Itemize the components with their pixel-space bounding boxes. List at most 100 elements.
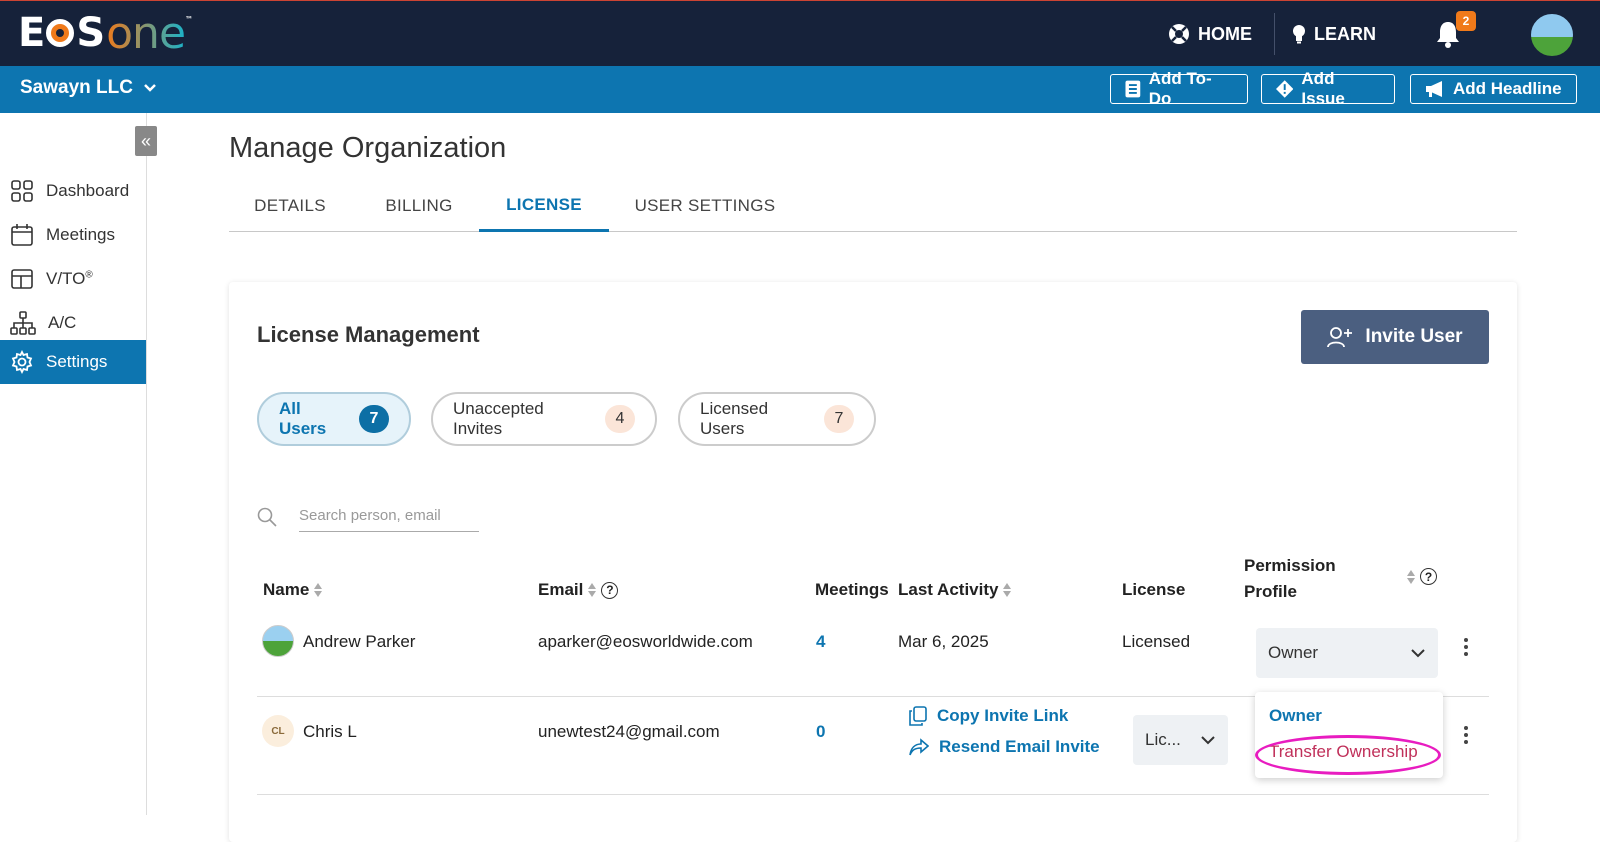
calendar-icon xyxy=(11,224,33,246)
filter-licensed-users[interactable]: Licensed Users 7 xyxy=(678,392,876,446)
eosone-logo[interactable]: E Sone ™ xyxy=(18,8,193,59)
learn-label: LEARN xyxy=(1314,23,1376,44)
sort-icon xyxy=(313,583,323,597)
grid-icon xyxy=(11,180,33,202)
sidebar-item-vto[interactable]: V/TO® xyxy=(0,257,146,301)
resend-invite-label: Resend Email Invite xyxy=(939,737,1100,756)
lightbulb-icon xyxy=(1293,25,1305,44)
notification-count-badge: 2 xyxy=(1456,11,1476,31)
column-email-label: Email xyxy=(538,580,584,599)
page-title: Manage Organization xyxy=(229,132,507,164)
gear-icon xyxy=(11,350,33,374)
copy-icon xyxy=(909,706,927,726)
column-license-label: License xyxy=(1122,580,1186,599)
sidebar-item-meetings[interactable]: Meetings xyxy=(0,213,146,257)
dropdown-option-owner[interactable]: Owner xyxy=(1269,706,1322,726)
row1-meetings-count[interactable]: 4 xyxy=(816,632,825,652)
chevron-down-icon xyxy=(144,84,156,92)
column-last-activity-label: Last Activity xyxy=(898,580,999,599)
org-switcher[interactable]: Sawayn LLC xyxy=(20,77,157,99)
layout-icon xyxy=(11,269,33,289)
column-header-license: License xyxy=(1122,580,1185,600)
column-permission-line2: Profile xyxy=(1244,582,1297,601)
search-input[interactable] xyxy=(299,500,479,532)
filter-all-users-label: All Users xyxy=(279,399,327,438)
filter-unaccepted-label: Unaccepted Invites xyxy=(453,399,544,438)
filter-all-users[interactable]: All Users 7 xyxy=(257,392,411,446)
org-name: Sawayn LLC xyxy=(20,77,133,98)
tab-license[interactable]: LICENSE xyxy=(479,180,609,232)
invite-user-label: Invite User xyxy=(1365,326,1463,347)
invite-user-button[interactable]: Invite User xyxy=(1301,310,1489,364)
filter-unaccepted-invites[interactable]: Unaccepted Invites 4 xyxy=(431,392,657,446)
share-arrow-icon xyxy=(909,738,929,756)
row1-name: Andrew Parker xyxy=(303,632,416,651)
column-header-email[interactable]: Email? xyxy=(538,580,619,600)
column-header-permission-profile: Permission Profile xyxy=(1244,556,1336,602)
org-chart-icon xyxy=(10,311,36,335)
sidebar-item-settings[interactable]: Settings xyxy=(0,340,146,384)
copy-invite-link[interactable]: Copy Invite Link xyxy=(909,706,1068,726)
row1-more-menu-icon[interactable] xyxy=(1458,636,1474,658)
help-icon[interactable]: ? xyxy=(601,581,619,599)
row1-email: aparker@eosworldwide.com xyxy=(538,632,753,651)
row2-meetings-count[interactable]: 0 xyxy=(816,722,825,742)
todo-list-icon xyxy=(1125,80,1141,98)
avatar-initials: CL xyxy=(262,715,294,747)
sort-icon xyxy=(587,583,597,597)
tab-bar: DETAILS BILLING LICENSE USER SETTINGS xyxy=(229,180,1517,232)
filter-all-users-count: 7 xyxy=(359,405,389,433)
home-lifebuoy-icon xyxy=(1169,24,1189,44)
row2-name: Chris L xyxy=(303,722,357,741)
add-issue-button[interactable]: Add Issue xyxy=(1261,69,1395,108)
sidebar-label-ac: A/C xyxy=(48,313,77,332)
column-header-meetings: Meetings xyxy=(815,580,889,600)
row1-last-activity: Mar 6, 2025 xyxy=(898,632,989,651)
help-icon[interactable]: ? xyxy=(1420,568,1437,585)
tab-user-settings[interactable]: USER SETTINGS xyxy=(619,180,791,232)
tab-billing[interactable]: BILLING xyxy=(359,180,479,232)
sidebar-item-ac[interactable]: A/C xyxy=(0,301,146,345)
sort-icon xyxy=(1002,583,1012,597)
sidebar-item-dashboard[interactable]: Dashboard xyxy=(0,169,146,213)
nav-divider xyxy=(1274,13,1275,55)
filter-licensed-label: Licensed Users xyxy=(700,399,769,438)
column-name-label: Name xyxy=(263,580,310,599)
row-divider xyxy=(257,794,1489,795)
column-header-name[interactable]: Name xyxy=(263,580,323,600)
learn-link[interactable]: LEARN xyxy=(1292,21,1376,47)
user-avatar[interactable] xyxy=(1528,11,1576,59)
avatar xyxy=(262,625,294,657)
sidebar-label-settings: Settings xyxy=(46,352,108,371)
card-title: License Management xyxy=(257,322,480,347)
tab-details[interactable]: DETAILS xyxy=(229,180,351,232)
filter-licensed-count: 7 xyxy=(824,405,854,433)
org-toolbar: Sawayn LLC Add To-Do Add Issue Add Headl… xyxy=(0,66,1600,113)
sidebar: « Dashboard Meetings V/TO® A/C Settings xyxy=(0,113,157,815)
row2-license-select[interactable]: Lic... xyxy=(1133,715,1228,765)
sort-icon xyxy=(1406,569,1416,584)
add-headline-button[interactable]: Add Headline xyxy=(1410,74,1577,104)
column-meetings-label: Meetings xyxy=(815,580,889,599)
megaphone-icon xyxy=(1426,81,1442,97)
add-todo-button[interactable]: Add To-Do xyxy=(1110,69,1248,108)
add-issue-label: Add Issue xyxy=(1301,69,1345,108)
row2-more-menu-icon[interactable] xyxy=(1458,724,1474,746)
add-todo-label: Add To-Do xyxy=(1148,69,1212,108)
column-header-last-activity[interactable]: Last Activity xyxy=(898,580,1012,600)
add-headline-label: Add Headline xyxy=(1453,79,1562,98)
sidebar-label-meetings: Meetings xyxy=(46,225,115,244)
column-permission-line1: Permission xyxy=(1244,556,1336,575)
sidebar-label-vto: V/TO® xyxy=(46,269,93,288)
sidebar-label-dashboard: Dashboard xyxy=(46,181,130,200)
search-icon xyxy=(257,507,277,527)
row1-license: Licensed xyxy=(1122,632,1191,651)
copy-invite-label: Copy Invite Link xyxy=(937,706,1069,725)
row1-permission-select[interactable]: Owner xyxy=(1256,628,1438,678)
collapse-sidebar-button[interactable]: « xyxy=(135,126,157,156)
issue-diamond-icon xyxy=(1276,80,1294,98)
row1-permission-value: Owner xyxy=(1268,643,1319,662)
home-link[interactable]: HOME xyxy=(1168,21,1252,47)
resend-email-invite[interactable]: Resend Email Invite xyxy=(909,737,1100,757)
permission-header-controls[interactable]: ? xyxy=(1406,568,1437,585)
